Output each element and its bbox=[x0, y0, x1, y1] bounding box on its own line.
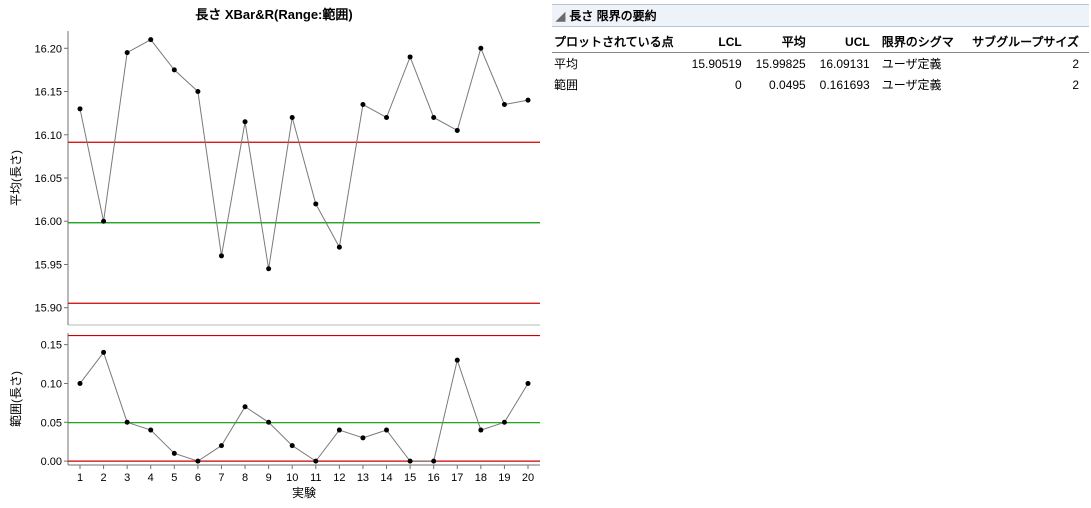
row-sigma: ユーザ定義 bbox=[880, 53, 967, 75]
svg-text:6: 6 bbox=[195, 472, 201, 484]
svg-text:範囲(長さ): 範囲(長さ) bbox=[8, 371, 23, 427]
svg-text:0.15: 0.15 bbox=[41, 340, 62, 352]
svg-text:15.95: 15.95 bbox=[34, 259, 62, 271]
svg-text:16.10: 16.10 bbox=[34, 130, 62, 142]
row-label: 平均 bbox=[552, 53, 688, 75]
row-ucl: 16.09131 bbox=[816, 53, 880, 75]
svg-text:16.05: 16.05 bbox=[34, 173, 62, 185]
svg-text:14: 14 bbox=[380, 472, 392, 484]
svg-text:9: 9 bbox=[266, 472, 272, 484]
row-n: 2 bbox=[966, 53, 1089, 75]
svg-text:2: 2 bbox=[101, 472, 107, 484]
svg-text:17: 17 bbox=[451, 472, 463, 484]
col-points: プロットされている点 bbox=[552, 31, 688, 53]
summary-table: プロットされている点 LCL 平均 UCL 限界のシグマ サブグループサイズ 平… bbox=[552, 31, 1089, 95]
svg-text:8: 8 bbox=[242, 472, 248, 484]
row-mean: 15.99825 bbox=[752, 53, 816, 75]
table-header-row: プロットされている点 LCL 平均 UCL 限界のシグマ サブグループサイズ bbox=[552, 31, 1089, 53]
chart-svg-wrap: 15.90 15.95 16.00 16.05 16.10 16.15 16.20 平均(長さ… bbox=[0, 23, 548, 508]
chart-panel: 長さ XBar&R(Range:範囲) 15.90 15.95 16.00 16.05… bbox=[0, 0, 548, 503]
row-label: 範囲 bbox=[552, 74, 688, 95]
app-root: 長さ XBar&R(Range:範囲) 15.90 15.95 16.00 16.05… bbox=[0, 0, 1091, 503]
row-n: 2 bbox=[966, 74, 1089, 95]
svg-text:16.00: 16.00 bbox=[34, 216, 62, 228]
col-n: サブグループサイズ bbox=[966, 31, 1089, 53]
svg-text:15: 15 bbox=[404, 472, 416, 484]
row-sigma: ユーザ定義 bbox=[880, 74, 967, 95]
col-lcl: LCL bbox=[688, 31, 752, 53]
svg-text:18: 18 bbox=[475, 472, 487, 484]
row-mean: 0.0495 bbox=[752, 74, 816, 95]
disclosure-triangle-icon[interactable]: ◢ bbox=[556, 9, 565, 23]
svg-text:19: 19 bbox=[498, 472, 510, 484]
summary-panel: ◢ 長さ 限界の要約 プロットされている点 LCL 平均 UCL 限界のシグマ … bbox=[548, 0, 1091, 503]
svg-text:0.05: 0.05 bbox=[41, 417, 62, 429]
svg-text:11: 11 bbox=[310, 472, 321, 484]
svg-text:12: 12 bbox=[333, 472, 345, 484]
summary-title: 長さ 限界の要約 bbox=[569, 7, 656, 24]
svg-text:3: 3 bbox=[124, 472, 130, 484]
svg-text:7: 7 bbox=[218, 472, 224, 484]
svg-text:16.20: 16.20 bbox=[34, 43, 62, 55]
row-lcl: 15.90519 bbox=[688, 53, 752, 75]
chart-title: 長さ XBar&R(Range:範囲) bbox=[0, 0, 548, 23]
svg-text:20: 20 bbox=[522, 472, 534, 484]
svg-text:0.00: 0.00 bbox=[41, 456, 62, 468]
svg-text:16: 16 bbox=[428, 472, 440, 484]
svg-text:4: 4 bbox=[148, 472, 154, 484]
svg-text:0.10: 0.10 bbox=[41, 378, 62, 390]
svg-text:1: 1 bbox=[77, 472, 83, 484]
col-mean: 平均 bbox=[752, 31, 816, 53]
svg-text:5: 5 bbox=[171, 472, 177, 484]
control-chart[interactable]: 15.90 15.95 16.00 16.05 16.10 16.15 16.20 平均(長さ… bbox=[0, 23, 548, 505]
svg-text:実験: 実験 bbox=[292, 485, 316, 500]
svg-text:15.90: 15.90 bbox=[34, 303, 62, 315]
summary-header[interactable]: ◢ 長さ 限界の要約 bbox=[552, 4, 1089, 27]
svg-text:10: 10 bbox=[286, 472, 298, 484]
col-ucl: UCL bbox=[816, 31, 880, 53]
svg-text:13: 13 bbox=[357, 472, 369, 484]
svg-text:平均(長さ): 平均(長さ) bbox=[9, 150, 23, 206]
table-row: 平均 15.90519 15.99825 16.09131 ユーザ定義 2 bbox=[552, 53, 1089, 75]
row-lcl: 0 bbox=[688, 74, 752, 95]
col-sigma: 限界のシグマ bbox=[880, 31, 967, 53]
svg-text:16.15: 16.15 bbox=[34, 87, 62, 99]
row-ucl: 0.161693 bbox=[816, 74, 880, 95]
table-row: 範囲 0 0.0495 0.161693 ユーザ定義 2 bbox=[552, 74, 1089, 95]
